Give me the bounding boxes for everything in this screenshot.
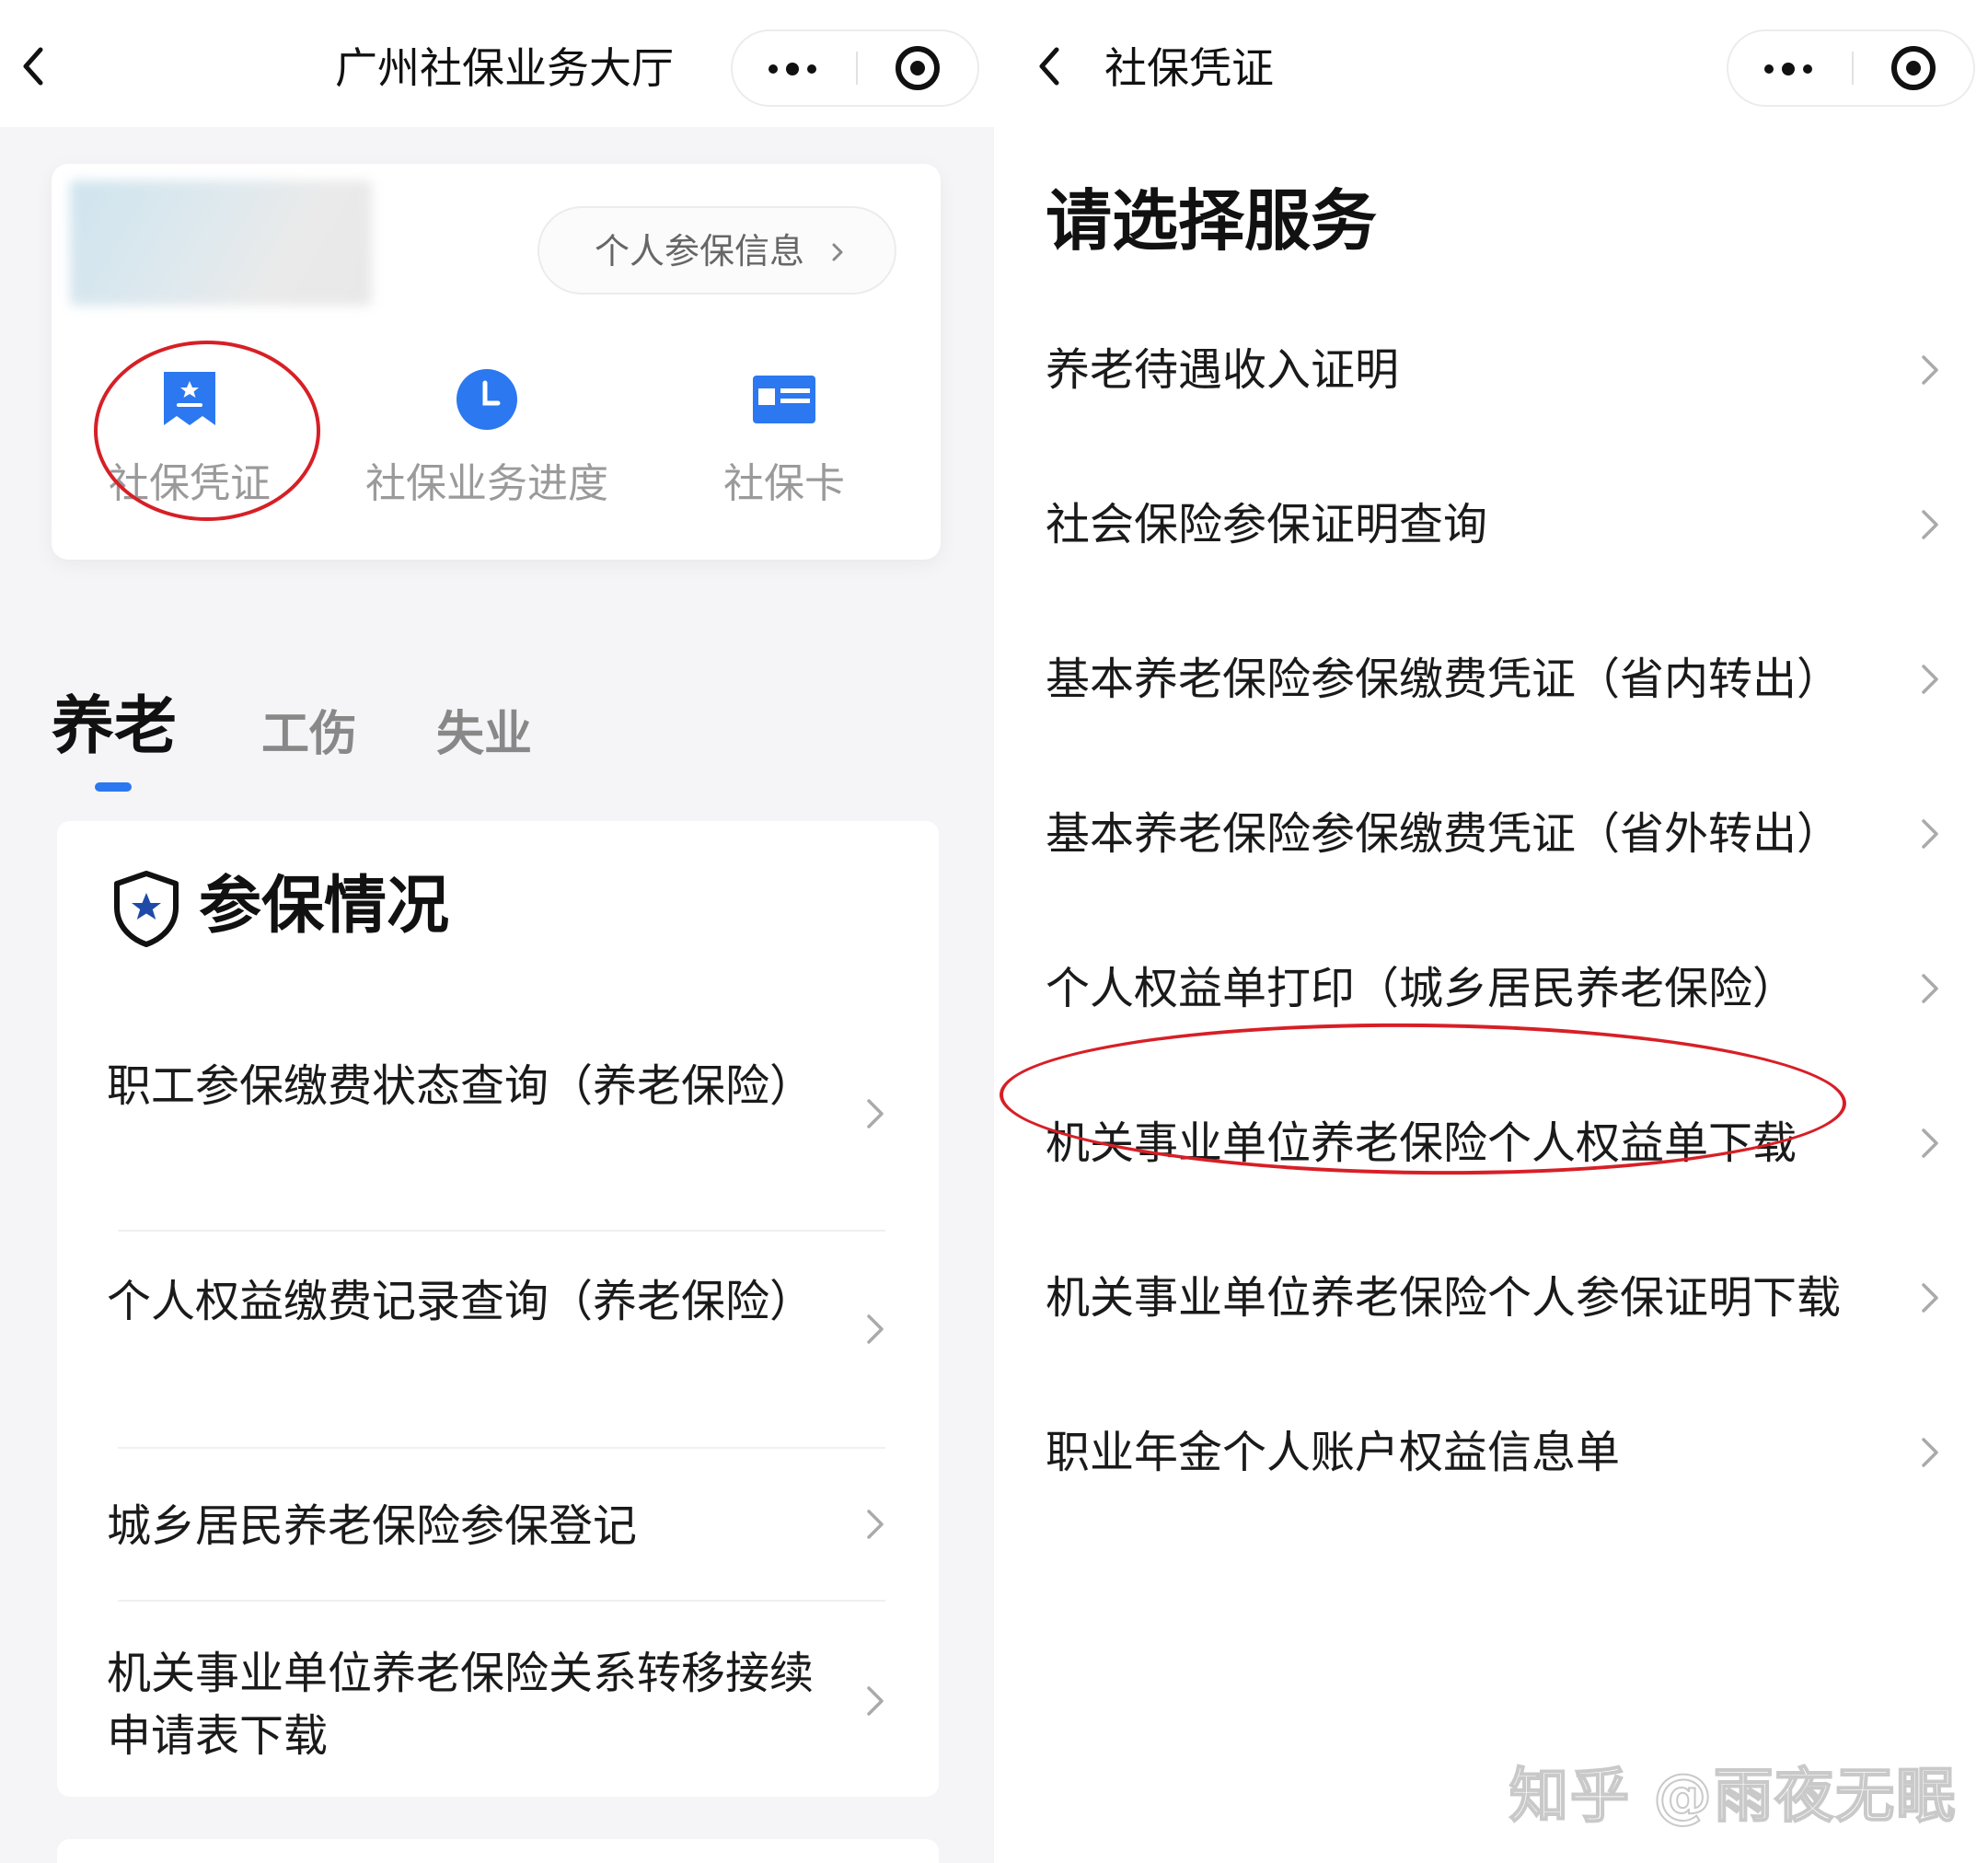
service-item[interactable]: 个人权益单打印（城乡居民养老保险） (994, 911, 1988, 1066)
personal-insurance-info-button[interactable]: 个人参保信息 (537, 206, 896, 295)
chevron-right-icon (867, 1686, 884, 1716)
quick-action-progress-label: 社保业务进度 (365, 460, 608, 507)
list-item-label: 城乡居民养老保险参保登记 (107, 1500, 638, 1552)
insurance-status-section: 参保情况 职工参保缴费状态查询（养老保险） 个人权益缴费记录查询（养老保险） 城… (57, 821, 939, 1797)
quick-action-certificate-label: 社保凭证 (109, 460, 271, 507)
tab-work-injury[interactable]: 工伤 (261, 688, 357, 781)
more-icon (769, 64, 778, 74)
quick-action-progress[interactable]: 社保业务进度 (349, 368, 625, 552)
service-item[interactable]: 基本养老保险参保缴费凭证（省内转出） (994, 602, 1988, 757)
active-tab-indicator (95, 782, 132, 792)
nav-bar: 社保凭证 (994, 0, 1988, 127)
service-item-label: 机关事业单位养老保险个人权益单下载 (1046, 1117, 1797, 1169)
next-section-card (57, 1839, 939, 1863)
service-item-label: 基本养老保险参保缴费凭证（省外转出） (1046, 808, 1842, 860)
target-icon-dot (910, 61, 925, 75)
service-item[interactable]: 社会保险参保证明查询 (994, 447, 1988, 602)
left-screen: 广州社保业务大厅 个人参保信息 社保凭证 社保业务进度 社保卡 养老 工伤 失业… (0, 0, 994, 1863)
more-icon-dot (786, 63, 799, 75)
service-item-highlighted[interactable]: 机关事业单位养老保险个人权益单下载 (994, 1066, 1988, 1221)
chevron-left-icon (23, 47, 43, 86)
close-mini-program-button[interactable] (858, 31, 977, 105)
chevron-right-icon (1922, 1438, 1938, 1467)
quick-action-card-label: 社保卡 (723, 460, 845, 507)
list-item[interactable]: 城乡居民养老保险参保登记 (57, 1449, 939, 1602)
mini-program-capsule (731, 29, 979, 107)
chevron-right-icon (867, 1510, 884, 1539)
right-screen: 社保凭证 请选择服务 养老待遇收入证明 社会保险参保证明查询 基本养老保险参保缴… (994, 0, 1988, 1863)
chevron-right-icon (1922, 1128, 1938, 1158)
list-item-label: 个人权益缴费记录查询（养老保险） (107, 1276, 815, 1327)
service-item[interactable]: 养老待遇收入证明 (994, 293, 1988, 447)
chevron-right-icon (1922, 355, 1938, 385)
list-item-label: 职工参保缴费状态查询（养老保险） (107, 1060, 815, 1112)
back-button[interactable] (1031, 39, 1068, 94)
chevron-right-icon (1922, 1283, 1938, 1313)
watermark: 知乎 @雨夜无眠 (1508, 1762, 1958, 1832)
close-mini-program-button[interactable] (1854, 31, 1973, 105)
page-title: 广州社保业务大厅 (335, 43, 674, 93)
chevron-right-icon (832, 243, 843, 261)
section-title: 参保情况 (199, 870, 450, 943)
tab-pension[interactable]: 养老 (52, 681, 177, 773)
list-item[interactable]: 职工参保缴费状态查询（养老保险） (57, 1018, 939, 1232)
user-card: 个人参保信息 社保凭证 社保业务进度 社保卡 (52, 164, 941, 560)
chevron-right-icon (1922, 974, 1938, 1003)
chevron-right-icon (1922, 819, 1938, 849)
shield-star-icon (114, 871, 179, 947)
mini-program-capsule (1727, 29, 1975, 107)
list-item[interactable]: 机关事业单位养老保险关系转移接续申请表下载 (57, 1602, 939, 1797)
certificate-icon (164, 372, 215, 425)
service-item-label: 个人权益单打印（城乡居民养老保险） (1046, 963, 1797, 1014)
service-item[interactable]: 基本养老保险参保缴费凭证（省外转出） (994, 757, 1988, 911)
more-icon-dot (1803, 64, 1812, 74)
page-title: 社保凭证 (1104, 43, 1274, 93)
tab-unemployment[interactable]: 失业 (436, 688, 532, 781)
service-item-label: 基本养老保险参保缴费凭证（省内转出） (1046, 654, 1842, 705)
chevron-right-icon (867, 1314, 884, 1344)
service-item[interactable]: 职业年金个人账户权益信息单 (994, 1375, 1988, 1530)
clock-icon (457, 369, 517, 430)
chevron-right-icon (1922, 510, 1938, 539)
more-icon-dot (807, 64, 816, 74)
card-icon (753, 376, 815, 423)
more-icon-dot (1782, 63, 1795, 75)
service-item-label: 职业年金个人账户权益信息单 (1046, 1427, 1621, 1478)
quick-action-certificate[interactable]: 社保凭证 (52, 368, 328, 552)
service-item-label: 养老待遇收入证明 (1046, 344, 1400, 396)
quick-action-card[interactable]: 社保卡 (646, 368, 922, 552)
list-item-label: 机关事业单位养老保险关系转移接续申请表下载 (107, 1648, 815, 1762)
personal-insurance-info-label: 个人参保信息 (595, 231, 805, 272)
chevron-right-icon (1922, 665, 1938, 694)
chevron-left-icon (1039, 47, 1059, 86)
nav-bar: 广州社保业务大厅 (0, 0, 994, 127)
more-icon (1764, 64, 1774, 74)
blurred-user-name (70, 180, 372, 306)
target-icon-dot (1906, 61, 1921, 75)
service-item-label: 社会保险参保证明查询 (1046, 499, 1488, 550)
chevron-right-icon (867, 1099, 884, 1128)
more-button[interactable] (1728, 31, 1852, 105)
service-item-label: 机关事业单位养老保险个人参保证明下载 (1046, 1272, 1842, 1324)
more-button[interactable] (733, 31, 856, 105)
service-item[interactable]: 机关事业单位养老保险个人参保证明下载 (994, 1221, 1988, 1375)
back-button[interactable] (15, 39, 52, 94)
select-service-heading: 请选择服务 (1046, 182, 1378, 260)
list-item[interactable]: 个人权益缴费记录查询（养老保险） (57, 1232, 939, 1449)
